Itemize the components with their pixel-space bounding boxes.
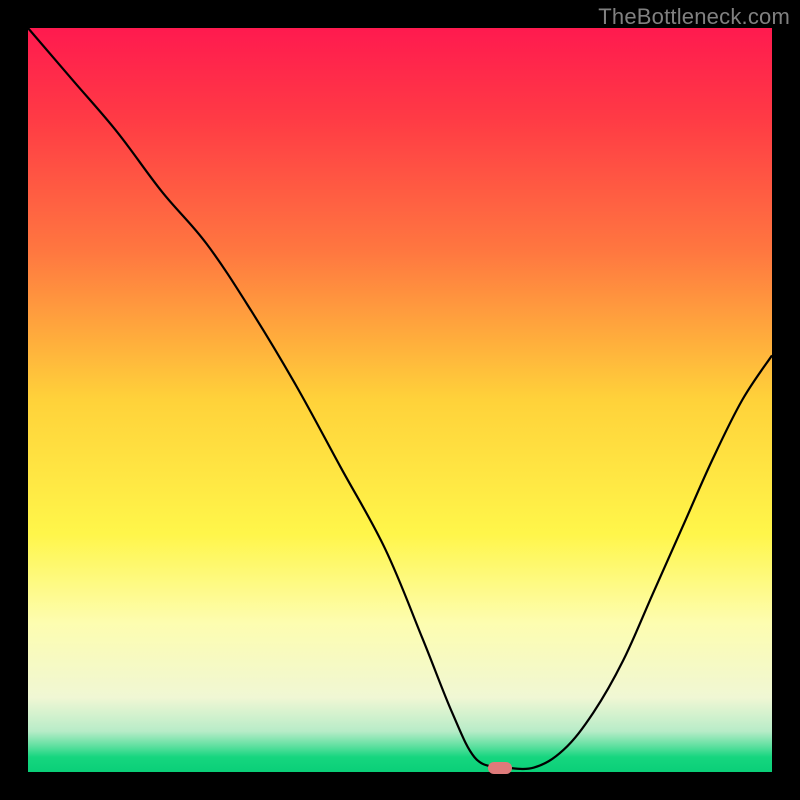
optimal-point-marker [488,762,512,774]
bottleneck-curve [28,28,772,772]
chart-frame: TheBottleneck.com [0,0,800,800]
plot-area [28,28,772,772]
watermark-text: TheBottleneck.com [598,4,790,30]
curve-path [28,28,772,769]
plot-inner [28,28,772,772]
